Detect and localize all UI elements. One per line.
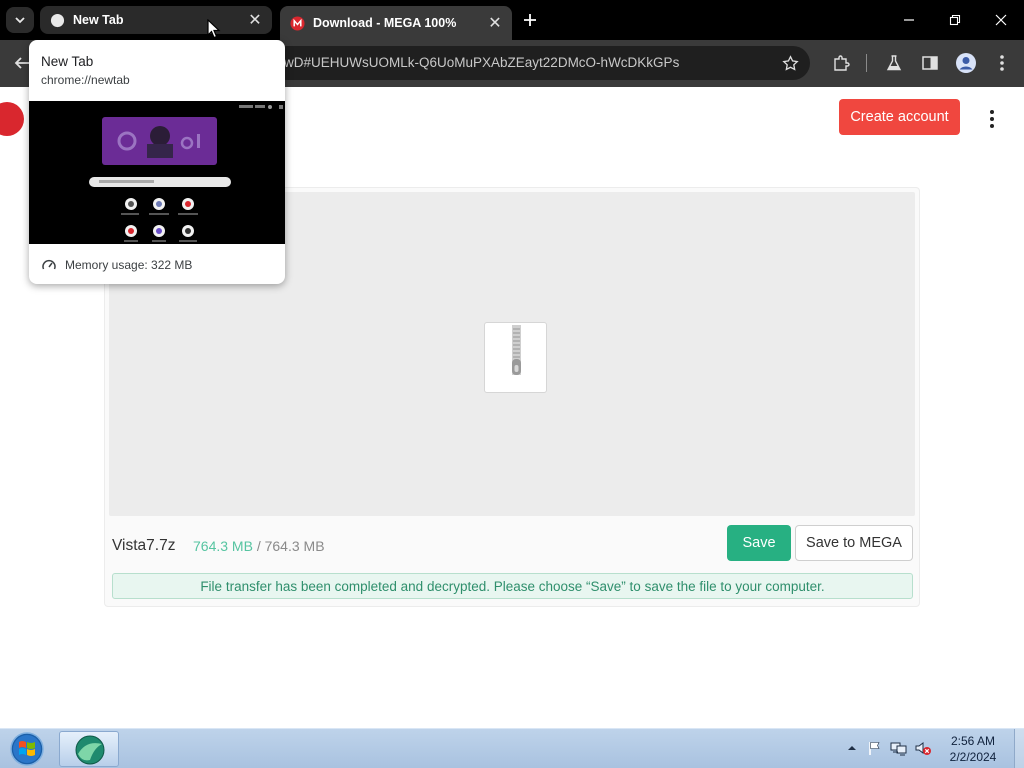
downloaded-size: 764.3 MB — [193, 538, 253, 554]
file-name: Vista7.7z — [112, 537, 176, 554]
gauge-icon — [42, 259, 56, 270]
clock-date: 2/2/2024 — [949, 750, 997, 764]
new-tab-button[interactable] — [518, 8, 542, 32]
show-desktop-button[interactable] — [1014, 729, 1024, 768]
start-button[interactable] — [6, 730, 46, 768]
save-to-mega-button[interactable]: Save to MEGA — [795, 525, 913, 561]
transfer-complete-notice: File transfer has been completed and dec… — [112, 573, 913, 599]
close-icon — [995, 14, 1007, 26]
restore-button[interactable] — [935, 4, 975, 36]
page-menu-icon[interactable] — [982, 107, 1002, 131]
taskbar-browser-button[interactable] — [59, 731, 119, 767]
browser-menu-icon[interactable] — [990, 51, 1014, 75]
mega-favicon-icon — [289, 15, 305, 31]
tab-hover-card: New Tab chrome://newtab Memory usage: 32… — [29, 40, 285, 284]
memory-usage: Memory usage: 322 MB — [41, 257, 192, 273]
create-account-button[interactable]: Create account — [839, 99, 960, 135]
transfer-progress: 764.3 MB / 764.3 MB — [193, 538, 325, 554]
minimize-icon — [904, 19, 914, 21]
toolbar-divider — [866, 54, 867, 72]
tab-mega-download[interactable]: Download - MEGA 100% ✕ — [280, 6, 512, 40]
windows-taskbar: 2:56 AM 2/2/2024 — [0, 728, 1024, 768]
chevron-down-icon — [15, 17, 25, 24]
clock-time: 2:56 AM — [950, 734, 996, 748]
side-panel-icon[interactable] — [918, 51, 942, 75]
profile-avatar-icon[interactable] — [954, 51, 978, 75]
address-bar[interactable]: wD#UEHUWsUOMLk-Q6UoMuPXAbZEayt22DMcO-hWc… — [270, 46, 810, 80]
tab-strip: New Tab ✕ Download - MEGA 100% ✕ — [0, 0, 1024, 40]
chrome-newtab-icon — [49, 12, 65, 28]
size-separator: / — [256, 538, 261, 554]
save-button[interactable]: Save — [727, 525, 791, 561]
close-window-button[interactable] — [981, 4, 1021, 36]
labs-flask-icon[interactable] — [882, 51, 906, 75]
extensions-icon[interactable] — [829, 51, 853, 75]
bookmark-star-icon[interactable] — [778, 51, 802, 75]
restore-icon — [949, 14, 961, 26]
url-text: wD#UEHUWsUOMLk-Q6UoMuPXAbZEayt22DMcO-hWc… — [284, 55, 680, 70]
arrow-left-icon — [14, 57, 29, 69]
memory-usage-text: Memory usage: 322 MB — [65, 258, 193, 272]
volume-muted-icon[interactable] — [914, 739, 932, 757]
tab-search-button[interactable] — [6, 7, 34, 33]
hovercard-url: chrome://newtab — [41, 73, 130, 87]
browser-app-icon — [75, 735, 105, 765]
tab-thumbnail — [29, 101, 285, 244]
action-center-flag-icon[interactable] — [866, 739, 884, 757]
plus-icon — [524, 14, 536, 26]
tab-title: Download - MEGA 100% — [313, 16, 457, 30]
close-icon[interactable]: ✕ — [246, 11, 264, 29]
screen: New Tab ✕ Download - MEGA 100% ✕ wD#UEHU… — [0, 0, 1024, 768]
total-size: 764.3 MB — [264, 538, 325, 554]
close-icon[interactable]: ✕ — [486, 14, 504, 32]
tray-expand-icon[interactable] — [843, 739, 861, 757]
mouse-cursor-icon — [207, 19, 221, 39]
minimize-button[interactable] — [889, 4, 929, 36]
zip-file-icon — [484, 322, 547, 393]
windows-start-icon — [10, 732, 44, 766]
mega-logo-icon[interactable] — [0, 102, 24, 136]
network-icon[interactable] — [890, 739, 908, 757]
system-clock[interactable]: 2:56 AM 2/2/2024 — [936, 733, 1010, 765]
tab-new-tab[interactable]: New Tab ✕ — [40, 6, 272, 34]
hovercard-title: New Tab — [41, 54, 94, 69]
